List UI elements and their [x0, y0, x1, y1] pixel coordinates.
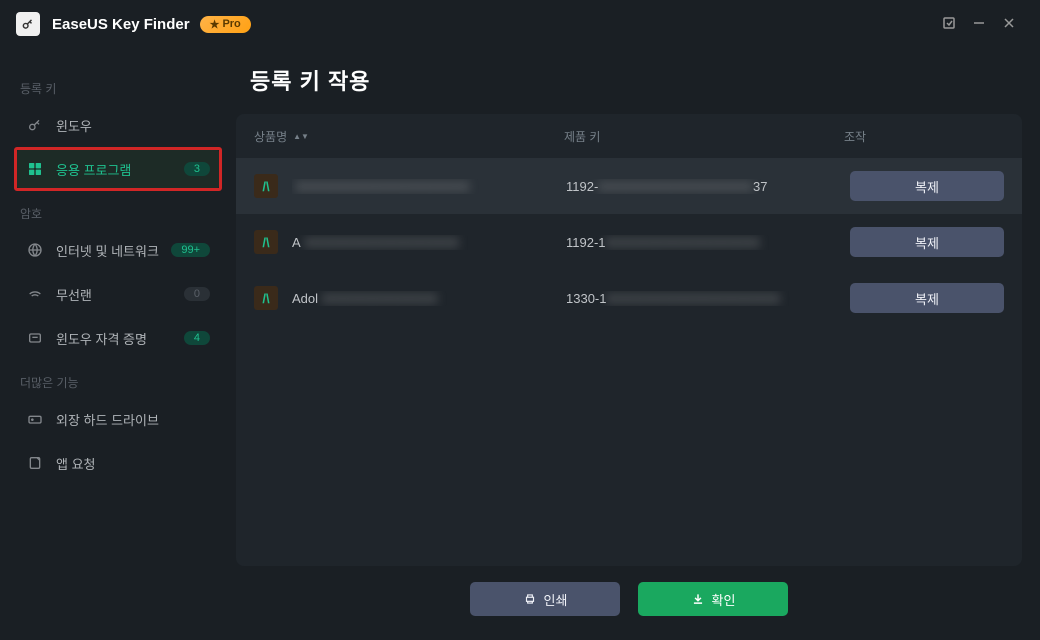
sort-icon: ▲▼ [293, 134, 309, 139]
count-badge: 4 [184, 331, 210, 345]
app-icon: /\ [254, 174, 278, 198]
sidebar-item-label: 윈도우 자격 증명 [56, 329, 147, 348]
product-name-cell: AXXXXXXXXXXXXXXXX [292, 235, 566, 250]
count-badge: 3 [184, 162, 210, 176]
product-key-cell: 1192-XXXXXXXXXXXXXXXX37 [566, 179, 846, 194]
credential-icon [26, 330, 44, 346]
close-button[interactable] [994, 16, 1024, 33]
sidebar-item-credentials[interactable]: 윈도우 자격 증명 4 [16, 318, 220, 358]
globe-icon [26, 242, 44, 258]
sidebar-item-internet[interactable]: 인터넷 및 네트워크 99+ [16, 230, 220, 270]
sidebar-item-windows[interactable]: 윈도우 [16, 105, 220, 145]
copy-button[interactable]: 복제 [850, 171, 1004, 201]
drive-icon [26, 411, 44, 427]
product-name-cell: XXXXXXXXXXXXXXXXXX [292, 179, 566, 194]
apps-icon [26, 161, 44, 177]
sidebar-item-label: 무선랜 [56, 285, 92, 304]
sidebar-item-label: 인터넷 및 네트워크 [56, 241, 159, 260]
table-row[interactable]: /\ XXXXXXXXXXXXXXXXXX1192-XXXXXXXXXXXXXXX… [236, 158, 1022, 214]
app-title: EaseUS Key Finder [52, 16, 190, 33]
sidebar-item-label: 응용 프로그램 [56, 160, 131, 179]
main-content: 등록 키 작용 상품명 ▲▼ 제품 키 조작 /\ XXXXXXXXXXXXXXX… [236, 48, 1040, 640]
page-title: 등록 키 작용 [250, 64, 1022, 96]
app-logo [16, 12, 40, 36]
section-label-pw: 암호 [20, 205, 216, 222]
sidebar: 등록 키 윈도우 응용 프로그램 3 암호 인터넷 및 네트워크 99+ 무선랜 [0, 48, 236, 640]
product-name-cell: AdolXXXXXXXXXXXX [292, 291, 566, 306]
minimize-button[interactable] [964, 16, 994, 33]
sidebar-item-wlan[interactable]: 무선랜 0 [16, 274, 220, 314]
count-badge: 0 [184, 287, 210, 301]
column-header-ops: 조작 [844, 128, 1004, 145]
copy-button[interactable]: 복제 [850, 227, 1004, 257]
table-header: 상품명 ▲▼ 제품 키 조작 [236, 114, 1022, 158]
note-icon [26, 455, 44, 471]
copy-button[interactable]: 복제 [850, 283, 1004, 313]
titlebar: EaseUS Key Finder ★ Pro [0, 0, 1040, 48]
app-icon: /\ [254, 230, 278, 254]
section-label-key: 등록 키 [20, 80, 216, 97]
app-icon: /\ [254, 286, 278, 310]
menu-button[interactable] [934, 16, 964, 33]
sidebar-item-applications[interactable]: 응용 프로그램 3 [16, 149, 220, 189]
table-row[interactable]: /\ AXXXXXXXXXXXXXXXX1192-1XXXXXXXXXXXXXXX… [236, 214, 1022, 270]
section-label-more: 더많은 기능 [20, 374, 216, 391]
pro-badge: ★ Pro [200, 16, 251, 33]
table-row[interactable]: /\ AdolXXXXXXXXXXXX1330-1XXXXXXXXXXXXXXXX… [236, 270, 1022, 326]
sidebar-item-label: 앱 요청 [56, 454, 96, 473]
product-table: 상품명 ▲▼ 제품 키 조작 /\XXXXXXXXXXXXXXXXXX1192-… [236, 114, 1022, 566]
sidebar-item-label: 외장 하드 드라이브 [56, 410, 159, 429]
footer-actions: 인쇄 확인 [236, 566, 1022, 622]
column-header-name[interactable]: 상품명 ▲▼ [254, 128, 564, 145]
sidebar-item-label: 윈도우 [56, 116, 92, 135]
print-button[interactable]: 인쇄 [470, 582, 620, 616]
count-badge: 99+ [171, 243, 210, 257]
sidebar-item-external[interactable]: 외장 하드 드라이브 [16, 399, 220, 439]
key-icon [26, 117, 44, 133]
column-header-key[interactable]: 제품 키 [564, 128, 844, 145]
sidebar-item-summary[interactable]: 앱 요청 [16, 443, 220, 483]
product-key-cell: 1330-1XXXXXXXXXXXXXXXXXX [566, 291, 846, 306]
product-key-cell: 1192-1XXXXXXXXXXXXXXXX [566, 235, 846, 250]
scan-button[interactable]: 확인 [638, 582, 788, 616]
wifi-icon [26, 286, 44, 302]
